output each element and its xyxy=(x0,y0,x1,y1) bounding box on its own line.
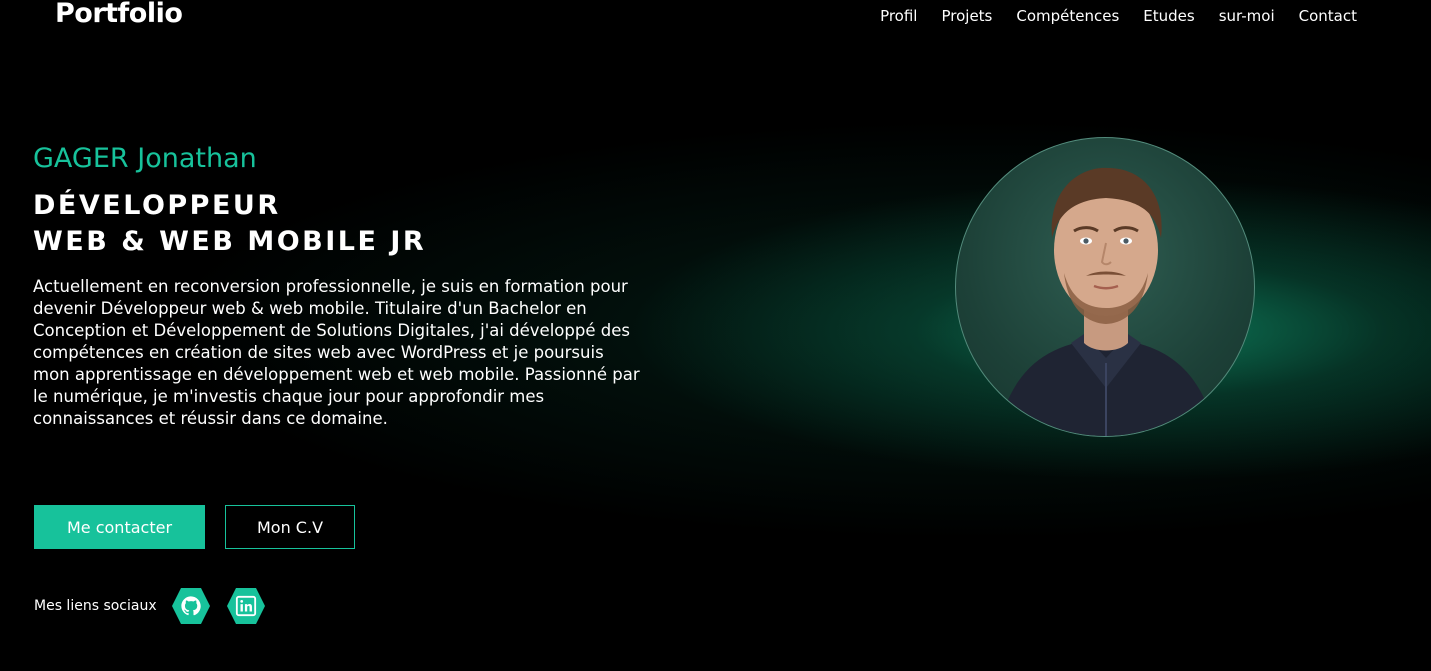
social-links: Mes liens sociaux xyxy=(34,587,281,625)
linkedin-icon xyxy=(235,595,256,617)
linkedin-link[interactable] xyxy=(226,587,266,625)
nav-link-competences[interactable]: Compétences xyxy=(1016,7,1119,25)
nav-link-contact[interactable]: Contact xyxy=(1299,7,1357,25)
nav-link-etudes[interactable]: Etudes xyxy=(1143,7,1194,25)
site-logo[interactable]: Portfolio xyxy=(55,0,183,29)
nav-link-profil[interactable]: Profil xyxy=(880,7,917,25)
nav-link-projets[interactable]: Projets xyxy=(941,7,992,25)
social-label: Mes liens sociaux xyxy=(34,598,157,614)
hero-title: DÉVELOPPEUR WEB & WEB MOBILE JR xyxy=(33,188,653,260)
contact-button[interactable]: Me contacter xyxy=(34,505,205,549)
hero-section: GAGER Jonathan DÉVELOPPEUR WEB & WEB MOB… xyxy=(33,142,653,430)
hero-buttons: Me contacter Mon C.V xyxy=(34,505,355,549)
hero-title-line1: DÉVELOPPEUR xyxy=(33,190,281,221)
main-nav: Profil Projets Compétences Etudes sur-mo… xyxy=(880,7,1357,25)
person-portrait xyxy=(996,167,1218,436)
profile-photo xyxy=(955,137,1255,437)
github-icon xyxy=(181,596,201,616)
hero-description: Actuellement en reconversion professionn… xyxy=(33,277,640,428)
hero-title-line2: WEB & WEB MOBILE JR xyxy=(33,226,427,257)
cv-button[interactable]: Mon C.V xyxy=(225,505,355,549)
nav-link-sur-moi[interactable]: sur-moi xyxy=(1219,7,1275,25)
hero-name: GAGER Jonathan xyxy=(33,143,257,174)
github-link[interactable] xyxy=(171,587,211,625)
